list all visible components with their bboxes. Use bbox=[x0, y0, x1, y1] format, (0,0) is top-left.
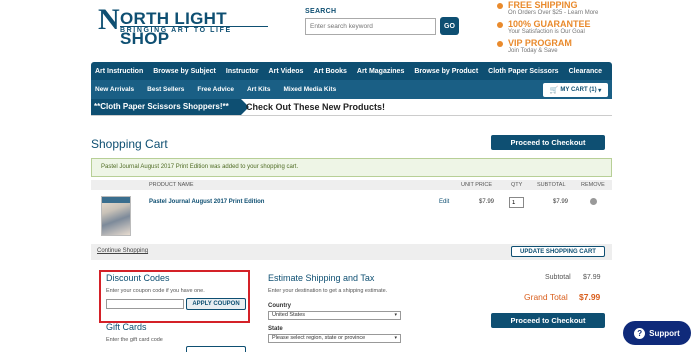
nav-item-instructor[interactable]: Instructor bbox=[226, 68, 259, 75]
cart-icon: 🛒 bbox=[549, 87, 559, 94]
table-row: Pastel Journal August 2017 Print Edition… bbox=[91, 191, 612, 243]
grand-total-label: Grand Total bbox=[524, 292, 568, 302]
nav-item-art-magazines[interactable]: Art Magazines bbox=[357, 68, 404, 75]
nav-item-art-videos[interactable]: Art Videos bbox=[269, 68, 304, 75]
site-logo[interactable]: N ORTH LIGHT SHOP BRINGING ART TO LIFE bbox=[98, 3, 268, 48]
promo-title: VIP PROGRAM bbox=[508, 38, 572, 48]
product-thumbnail[interactable] bbox=[101, 196, 131, 236]
chevron-down-icon: ▾ bbox=[394, 335, 397, 341]
nav-item-free-advice[interactable]: Free Advice bbox=[197, 86, 234, 93]
bullet-icon bbox=[497, 41, 503, 47]
my-cart-label: MY CART (1) bbox=[560, 87, 597, 93]
nav-item-art-books[interactable]: Art Books bbox=[313, 68, 346, 75]
col-subtotal: SUBTOTAL bbox=[537, 182, 566, 188]
promo-title: 100% GUARANTEE bbox=[508, 19, 591, 29]
nav-item-art-instruction[interactable]: Art Instruction bbox=[95, 68, 143, 75]
discount-title: Discount Codes bbox=[106, 273, 170, 283]
nav-item-best-sellers[interactable]: Best Sellers bbox=[147, 86, 184, 93]
row-subtotal: $7.99 bbox=[553, 199, 569, 205]
nav-item-mixed-media-kits[interactable]: Mixed Media Kits bbox=[283, 86, 336, 93]
search-input[interactable] bbox=[305, 18, 436, 35]
col-unit-price: UNIT PRICE bbox=[461, 182, 493, 188]
coupon-input[interactable] bbox=[106, 299, 184, 309]
promo-sub: On Orders Over $25 - Learn More bbox=[508, 10, 599, 16]
bullet-icon bbox=[497, 22, 503, 28]
promo-sub: Your Satisfaction is Our Goal bbox=[508, 29, 585, 35]
shipping-sub: Enter your destination to get a shipping… bbox=[268, 288, 388, 294]
apply-coupon-button[interactable]: APPLY COUPON bbox=[186, 298, 246, 310]
secondary-nav: New Arrivals Best Sellers Free Advice Ar… bbox=[91, 80, 612, 99]
proceed-checkout-button-top[interactable]: Proceed to Checkout bbox=[491, 135, 605, 150]
nav-item-cloth-paper-scissors[interactable]: Cloth Paper Scissors bbox=[488, 68, 558, 75]
nav-item-browse-subject[interactable]: Browse by Subject bbox=[153, 68, 216, 75]
country-label: Country bbox=[268, 303, 291, 309]
page: N ORTH LIGHT SHOP BRINGING ART TO LIFE S… bbox=[0, 0, 700, 352]
update-cart-button[interactable]: UPDATE SHOPPING CART bbox=[511, 246, 605, 257]
help-icon: ? bbox=[634, 327, 646, 339]
chevron-down-icon: ▾ bbox=[394, 312, 397, 318]
country-value: United States bbox=[272, 312, 306, 318]
page-title: Shopping Cart bbox=[91, 137, 168, 151]
primary-nav: Art Instruction Browse by Subject Instru… bbox=[91, 62, 612, 80]
success-notice: Pastel Journal August 2017 Print Edition… bbox=[91, 158, 612, 177]
col-product: PRODUCT NAME bbox=[149, 182, 194, 188]
nav-item-clearance[interactable]: Clearance bbox=[569, 68, 602, 75]
state-select[interactable]: Please select region, state or province … bbox=[268, 334, 401, 343]
subtotal-value: $7.99 bbox=[583, 274, 601, 281]
continue-shopping-link[interactable]: Continue Shopping bbox=[97, 248, 148, 254]
support-label: Support bbox=[649, 328, 680, 338]
search-label: SEARCH bbox=[305, 8, 337, 15]
state-label: State bbox=[268, 326, 283, 332]
gift-card-button[interactable] bbox=[186, 346, 246, 352]
bullet-icon bbox=[497, 3, 503, 9]
promo-title: FREE SHIPPING bbox=[508, 0, 578, 10]
chevron-down-icon: ▾ bbox=[596, 87, 602, 94]
cart-actions-bar: Continue Shopping UPDATE SHOPPING CART bbox=[91, 244, 612, 260]
product-name-link[interactable]: Pastel Journal August 2017 Print Edition bbox=[149, 199, 264, 205]
remove-icon[interactable] bbox=[590, 198, 597, 205]
gift-cards-title: Gift Cards bbox=[106, 322, 147, 332]
search-go-button[interactable]: GO bbox=[440, 17, 459, 35]
logo-letter: N bbox=[98, 3, 120, 36]
col-remove: REMOVE bbox=[581, 182, 605, 188]
my-cart-button[interactable]: 🛒 MY CART (1) ▾ bbox=[543, 83, 608, 97]
edit-link[interactable]: Edit bbox=[439, 199, 449, 205]
nav-item-new-arrivals[interactable]: New Arrivals bbox=[95, 86, 134, 93]
promo-banner[interactable]: **Cloth Paper Scissors Shoppers!** Check… bbox=[91, 99, 612, 116]
subtotal-label: Subtotal bbox=[545, 274, 571, 281]
proceed-checkout-button-bottom[interactable]: Proceed to Checkout bbox=[491, 313, 605, 328]
promo-free-shipping[interactable]: FREE SHIPPING On Orders Over $25 - Learn… bbox=[497, 0, 697, 19]
cart-table-header: PRODUCT NAME UNIT PRICE QTY SUBTOTAL REM… bbox=[91, 180, 612, 190]
shipping-title: Estimate Shipping and Tax bbox=[268, 273, 375, 283]
logo-tagline: BRINGING ART TO LIFE bbox=[120, 27, 232, 34]
state-value: Please select region, state or province bbox=[272, 335, 366, 341]
col-qty: QTY bbox=[511, 182, 523, 188]
promo-sub: Join Today & Save bbox=[508, 48, 558, 54]
support-button[interactable]: ? Support bbox=[623, 321, 691, 345]
promo-guarantee[interactable]: 100% GUARANTEE Your Satisfaction is Our … bbox=[497, 19, 697, 38]
banner-text: Check Out These New Products! bbox=[246, 102, 386, 112]
grand-total-value: $7.99 bbox=[579, 292, 601, 302]
promo-vip[interactable]: VIP PROGRAM Join Today & Save bbox=[497, 38, 697, 57]
nav-item-art-kits[interactable]: Art Kits bbox=[247, 86, 270, 93]
quantity-input[interactable] bbox=[509, 197, 524, 208]
discount-sub: Enter your coupon code if you have one. bbox=[106, 288, 205, 294]
nav-item-browse-product[interactable]: Browse by Product bbox=[414, 68, 478, 75]
banner-tag: **Cloth Paper Scissors Shoppers!** bbox=[91, 99, 249, 115]
unit-price: $7.99 bbox=[479, 199, 495, 205]
country-select[interactable]: United States ▾ bbox=[268, 311, 401, 320]
gift-cards-sub: Enter the gift card code bbox=[106, 337, 163, 343]
promo-list: FREE SHIPPING On Orders Over $25 - Learn… bbox=[497, 0, 697, 57]
